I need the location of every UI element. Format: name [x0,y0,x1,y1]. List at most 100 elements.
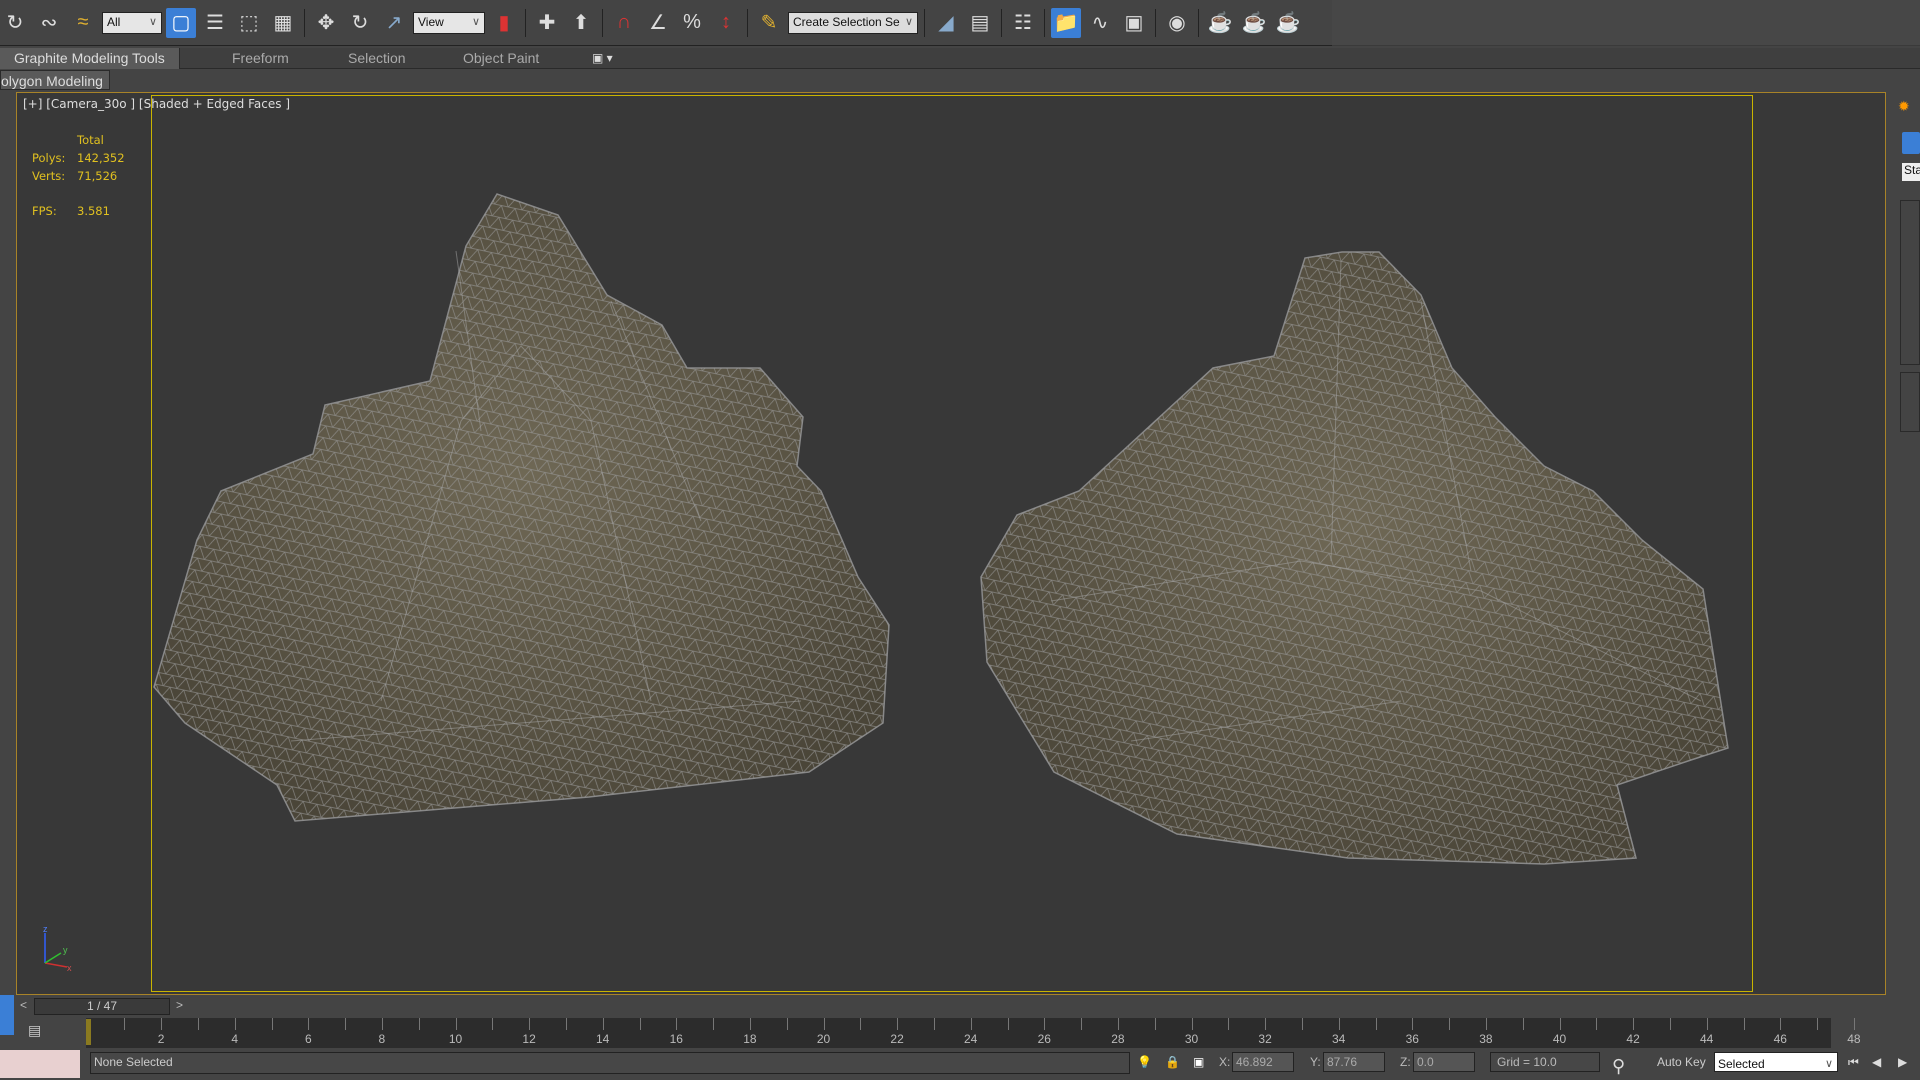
tab-graphite-modeling-tools[interactable]: Graphite Modeling Tools [0,48,180,69]
timeline-frame-label: 46 [1773,1032,1787,1046]
standard-object-type-button[interactable] [1902,132,1920,154]
verts-label: Verts: [32,169,66,183]
viewport-label-menu[interactable]: [+] [Camera_30o ] [Shaded + Edged Faces … [23,97,290,111]
schematic-view-icon[interactable]: ▣ [1119,8,1149,38]
timeline-frame-label: 36 [1405,1032,1419,1046]
timeline-frame-label: 40 [1552,1032,1567,1046]
stats-total-header: Total [77,133,104,147]
z-coordinate-field[interactable]: 0.0 [1413,1052,1475,1072]
timeline-tick [1559,1018,1561,1030]
timeline-tick [1449,1018,1451,1030]
angle-snap-icon[interactable]: ∠ [643,8,673,38]
timeline-tick [1228,1018,1230,1030]
divider [747,8,748,37]
object-type-dropdown[interactable]: Sta [1902,163,1920,181]
camera-viewport[interactable]: [+] [Camera_30o ] [Shaded + Edged Faces … [16,92,1886,995]
go-to-start-icon[interactable]: ⏮ [1848,1052,1859,1072]
pivot-center-icon[interactable]: ▮ [489,8,519,38]
timeline-tick [1375,1018,1377,1030]
scene-explorer-icon[interactable]: 📁 [1051,7,1081,38]
timeline-tick [161,1018,163,1030]
selection-lock-icon[interactable]: 🔒 [1165,1052,1180,1072]
material-editor-icon[interactable]: ◉ [1162,8,1192,38]
timeline-frame-label: 10 [448,1032,463,1046]
toggle-trackbar-icon[interactable]: ▤ [28,1022,41,1039]
isolate-selection-icon[interactable]: 💡 [1137,1052,1152,1072]
timeline-frame-label: 30 [1184,1032,1199,1046]
reference-coord-dropdown[interactable]: View [413,11,485,34]
render-production-icon[interactable]: ☕ [1273,8,1303,38]
time-slider-next-button[interactable]: > [176,997,183,1014]
select-manipulate-icon[interactable]: ✚ [532,8,562,38]
time-slider-track[interactable] [0,997,1888,1017]
scale-icon[interactable]: ↗ [379,8,409,38]
spinner-snap-icon[interactable]: ↕ [711,8,741,38]
bind-space-warp-icon[interactable]: ≈ [68,8,98,38]
select-object-icon[interactable]: ▢ [166,7,196,38]
timeline-tick [308,1018,310,1030]
selection-filter-dropdown[interactable]: All [102,11,162,34]
time-slider-prev-button[interactable]: < [20,997,27,1014]
unlink-icon[interactable]: ∾ [34,8,64,38]
previous-frame-icon[interactable]: ◀ [1872,1052,1881,1072]
timeline-tick [1191,1018,1193,1030]
curve-editor-icon[interactable]: ∿ [1085,8,1115,38]
key-filter-dropdown[interactable]: Selected [1714,1052,1838,1073]
timeline-tick [1853,1018,1855,1030]
absolute-mode-icon[interactable]: ▣ [1193,1052,1204,1072]
timeline-tick [639,1018,641,1030]
tab-object-paint[interactable]: Object Paint [463,48,539,69]
tab-selection[interactable]: Selection [348,48,406,69]
fps-label: FPS: [32,204,57,218]
y-label: Y: [1310,1055,1321,1069]
mini-curve-toggle[interactable] [0,995,14,1035]
move-icon[interactable]: ✥ [311,8,341,38]
polys-label: Polys: [32,151,66,165]
select-by-name-icon[interactable]: ☰ [200,8,230,38]
object-type-rollout[interactable] [1900,200,1920,365]
polygon-modeling-panel-tab[interactable]: olygon Modeling [0,70,110,90]
timeline-tick [1117,1018,1119,1030]
lights-category-icon[interactable]: ✹ [1898,98,1910,115]
layer-explorer-icon[interactable]: ☷ [1008,8,1038,38]
x-label: X: [1219,1055,1231,1069]
timeline-frame-label: 12 [522,1032,536,1046]
x-coordinate-field[interactable]: 46.892 [1232,1052,1294,1072]
auto-key-button[interactable]: Auto Key [1657,1052,1706,1072]
window-crossing-icon[interactable]: ▦ [268,8,298,38]
current-frame-marker[interactable] [86,1019,91,1045]
time-slider-thumb[interactable]: 1 / 47 [34,998,170,1015]
rectangular-selection-icon[interactable]: ⬚ [234,8,264,38]
percent-snap-icon[interactable]: % [677,8,707,38]
timeline-tick [823,1018,825,1030]
maxscript-listener-mini[interactable] [0,1050,80,1078]
timeline-tick [197,1018,199,1030]
align-icon[interactable]: ▤ [965,8,995,38]
rotate-icon[interactable]: ↻ [345,8,375,38]
timeline-frame-label: 18 [743,1032,757,1046]
name-color-rollout[interactable] [1900,372,1920,432]
ribbon-options-icon[interactable]: ▣ ▾ [592,48,613,69]
divider [602,8,603,37]
link-icon[interactable]: ↻ [0,8,30,38]
y-coordinate-field[interactable]: 87.76 [1323,1052,1385,1072]
set-key-icon[interactable]: ⚲ [1612,1056,1625,1076]
timeline-tick [676,1018,678,1030]
rendered-frame-window-icon[interactable]: ☕ [1239,8,1269,38]
timeline-tick [1596,1018,1598,1030]
timeline-track-bar[interactable]: 2 4 6 8 10 12 14 16 18 20 22 24 26 28 30 32 34 36 38 40 42 44… [86,1018,1861,1048]
snaps-toggle-icon[interactable]: ∩ [609,8,639,38]
divider [304,8,305,37]
keyboard-shortcut-icon[interactable]: ⬆ [566,8,596,38]
render-setup-icon[interactable]: ☕ [1205,8,1235,38]
timeline-frame-label: 22 [890,1032,904,1046]
play-icon[interactable]: ▶ [1898,1052,1907,1072]
edit-named-selection-icon[interactable]: ✎ [754,8,784,38]
tab-freeform[interactable]: Freeform [232,48,289,69]
timeline-tick [1706,1018,1708,1030]
mirror-icon[interactable]: ◢ [931,8,961,38]
timeline-frame-label: 8 [378,1032,386,1046]
timeline-tick [602,1018,604,1030]
timeline-tick [713,1018,715,1030]
named-selection-dropdown[interactable]: Create Selection Se [788,11,918,34]
